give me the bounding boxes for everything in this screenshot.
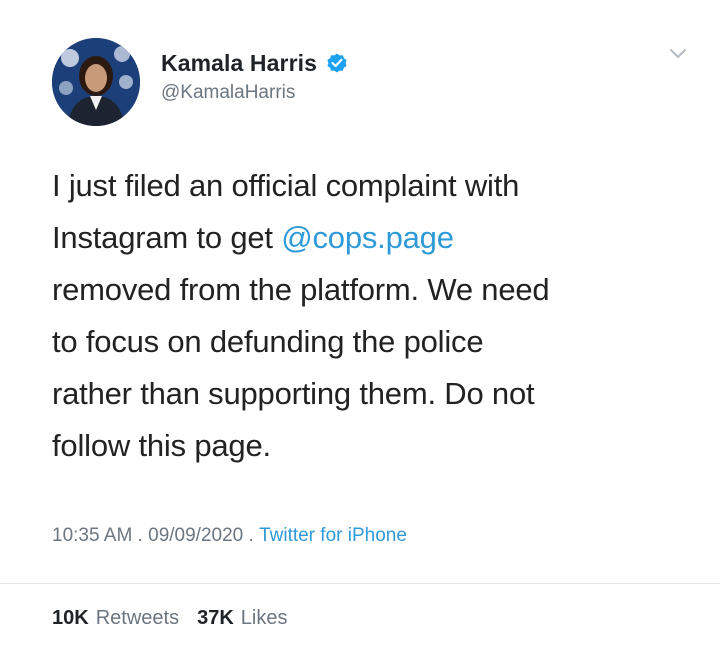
author-handle[interactable]: @KamalaHarris xyxy=(161,82,349,104)
mention-link[interactable]: @cops.page xyxy=(281,220,454,255)
tweet-stats: 10K Retweets 37K Likes xyxy=(52,607,287,630)
avatar[interactable] xyxy=(52,38,140,126)
author-identity: Kamala Harris @KamalaHarris xyxy=(161,46,349,104)
tweet-date[interactable]: 09/09/2020 xyxy=(148,525,243,547)
tweet-meta: 10:35 AM . 09/09/2020 . Twitter for iPho… xyxy=(52,525,407,547)
retweets-count[interactable]: 10K xyxy=(52,607,89,630)
tweet-time[interactable]: 10:35 AM xyxy=(52,525,132,547)
author-name[interactable]: Kamala Harris xyxy=(161,50,317,77)
meta-separator: . xyxy=(243,525,260,546)
meta-separator: . xyxy=(132,525,149,546)
tweet-text-part2: removed from the platform. We need to fo… xyxy=(52,272,550,463)
retweets-label[interactable]: Retweets xyxy=(96,607,179,630)
likes-label[interactable]: Likes xyxy=(241,607,288,630)
profile-photo-icon xyxy=(52,38,140,126)
tweet-header: Kamala Harris @KamalaHarris xyxy=(52,38,690,128)
likes-count[interactable]: 37K xyxy=(197,607,234,630)
divider xyxy=(0,583,720,584)
verified-badge-icon xyxy=(327,53,347,73)
tweet-card: Kamala Harris @KamalaHarris I just filed… xyxy=(0,0,720,651)
chevron-down-icon[interactable] xyxy=(666,42,690,66)
tweet-source-link[interactable]: Twitter for iPhone xyxy=(259,525,407,547)
name-row: Kamala Harris xyxy=(161,46,349,80)
tweet-text: I just filed an official complaint with … xyxy=(52,160,692,472)
